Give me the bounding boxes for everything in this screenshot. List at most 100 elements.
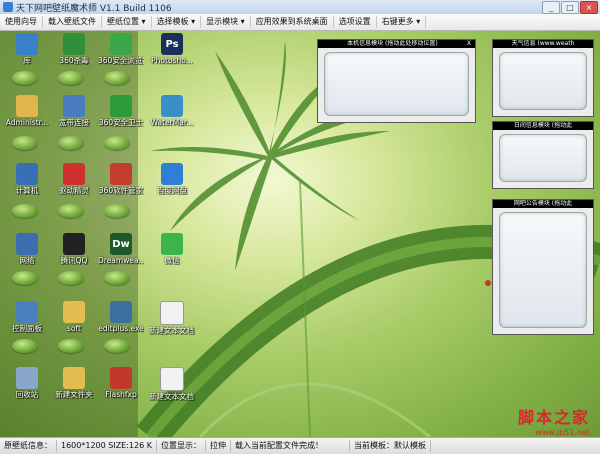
weather-content <box>499 52 587 110</box>
menu-load-wallpaper[interactable]: 载入壁纸文件 <box>43 16 102 28</box>
minimize-button[interactable]: _ <box>542 1 560 14</box>
desktop-icon[interactable]: 控制面板 <box>4 301 50 333</box>
desktop-icon[interactable]: 新建文本文档 (3).txt <box>149 367 195 401</box>
bubble-decoration <box>12 71 38 85</box>
desktop-icon-label: 网络 <box>19 256 35 265</box>
desktop-icon[interactable]: 库 <box>4 33 50 65</box>
text-file-icon <box>160 367 184 391</box>
maximize-button[interactable]: □ <box>561 1 579 14</box>
window-controls: _ □ × <box>542 1 598 14</box>
bubble-decoration <box>58 204 84 218</box>
text-file-icon <box>160 301 184 325</box>
app-icon <box>3 2 13 12</box>
desktop-icon[interactable]: 网络 <box>4 233 50 265</box>
desktop-icon[interactable]: Flashfxp <box>98 367 144 399</box>
driver-icon <box>63 163 85 185</box>
weather-panel[interactable]: 天气信息 (www.weath <box>492 39 594 117</box>
status-position-label: 位置显示： <box>157 440 206 452</box>
desktop-icon[interactable]: 腾讯QQ <box>51 233 97 265</box>
status-template: 当前模板：默认模板 <box>350 440 431 452</box>
desktop-icon-label: soft <box>67 324 81 333</box>
cloud-icon <box>161 163 183 185</box>
weather-panel-title[interactable]: 天气信息 (www.weath <box>493 40 593 48</box>
menu-bar: 使用向导 载入壁纸文件 壁纸位置 ▾ 选择模板 ▾ 显示模块 ▾ 应用效果到系统… <box>0 14 600 31</box>
desktop-icon[interactable]: 驱动精灵 <box>51 163 97 195</box>
watermark-url: www.jb51.net <box>535 428 590 437</box>
desktop-icon[interactable]: 新建文件夹 <box>51 367 97 399</box>
desktop-icon-label: 360安全浏览器 <box>98 56 144 65</box>
menu-wizard[interactable]: 使用向导 <box>0 16 43 28</box>
cafe-notice-panel-title[interactable]: 网吧公告模块 (拖动此 <box>493 200 593 208</box>
desktop-icon[interactable]: editplus.exe <box>98 301 144 333</box>
desktop-icon[interactable]: 百度网盘 <box>149 163 195 195</box>
status-load-message: 载入当前配置文件完成！ <box>231 440 350 452</box>
local-info-panel[interactable]: 本机信息模块 (拖动此处移动位置) X <box>317 39 476 123</box>
editplus-icon <box>110 301 132 323</box>
desktop-icon[interactable]: 宽带连接 <box>51 95 97 127</box>
desktop-icon-label: Photosho... <box>151 56 193 65</box>
desktop-icon-label: 微信 <box>164 256 180 265</box>
desktop-icon[interactable]: 微信 <box>149 233 195 265</box>
folder-icon <box>63 367 85 389</box>
desktop-icon[interactable]: 360杀毒 <box>51 33 97 65</box>
daily-quote-panel[interactable]: 日间信息模块 (拖动此 <box>492 121 594 189</box>
cafe-notice-panel[interactable]: 网吧公告模块 (拖动此 <box>492 199 594 335</box>
qq-icon <box>63 233 85 255</box>
desktop-icon[interactable]: Dw Dreamwea... <box>98 233 144 265</box>
dreamweaver-icon: Dw <box>110 233 132 255</box>
menu-wallpaper-position[interactable]: 壁纸位置 ▾ <box>102 16 152 28</box>
menu-more[interactable]: 右键更多 ▾ <box>377 16 427 28</box>
window-title: 天下网吧壁纸魔术师 V1.1 Build 1106 <box>16 3 172 14</box>
close-button[interactable]: × <box>580 1 598 14</box>
desktop-icon-label: 新建文件夹 <box>55 390 93 399</box>
software-manager-icon <box>110 163 132 185</box>
desktop-icon[interactable]: 回收站 <box>4 367 50 399</box>
watermark-text: 脚本之家 <box>517 408 590 427</box>
desktop-icon[interactable]: 360安全卫士 <box>98 95 144 127</box>
site-watermark: 脚本之家 www.jb51.net <box>518 404 590 437</box>
folder-icon <box>63 301 85 323</box>
desktop-icon-label: WaterMar... <box>150 118 194 127</box>
photoshop-icon: Ps <box>161 33 183 55</box>
desktop-icon[interactable]: soft <box>51 301 97 333</box>
desktop-icon[interactable]: 计算机 <box>4 163 50 195</box>
desktop-icon-label: Flashfxp <box>105 390 137 399</box>
desktop-icon-label: 库 <box>23 56 31 65</box>
network-icon <box>63 95 85 117</box>
local-info-panel-title[interactable]: 本机信息模块 (拖动此处移动位置) X <box>318 40 475 48</box>
local-info-content <box>324 52 469 116</box>
menu-apply-desktop[interactable]: 应用效果到系统桌面 <box>251 16 334 28</box>
title-bar[interactable]: 天下网吧壁纸魔术师 V1.1 Build 1106 _ □ × <box>0 0 600 14</box>
bubble-decoration <box>12 339 38 353</box>
desktop-icon-label: 360软件管家 <box>98 186 144 195</box>
desktop-icon[interactable]: WaterMar... <box>149 95 195 127</box>
control-panel-icon <box>16 301 38 323</box>
bubble-decoration <box>12 204 38 218</box>
desktop-icon-label: 360安全卫士 <box>98 118 144 127</box>
desktop-icon-label: 驱动精灵 <box>59 186 89 195</box>
daily-quote-panel-title[interactable]: 日间信息模块 (拖动此 <box>493 122 593 130</box>
desktop-icon[interactable]: 新建文本文档 (2).txt <box>149 301 195 335</box>
daily-quote-content <box>499 134 587 182</box>
desktop-icon-label: 腾讯QQ <box>60 256 88 265</box>
desktop-icon[interactable]: 360软件管家 <box>98 163 144 195</box>
desktop-icon-label: 百度网盘 <box>157 186 187 195</box>
desktop-icon[interactable]: Administr... <box>4 95 50 127</box>
desktop-icon[interactable]: Ps Photosho... <box>149 33 195 65</box>
bubble-decoration <box>104 339 130 353</box>
desktop-icon-label: editplus.exe <box>98 324 144 333</box>
status-wallpaper-info-value: 1600*1200 SIZE:126 K <box>57 440 157 452</box>
bubble-decoration <box>58 271 84 285</box>
bubble-decoration <box>104 204 130 218</box>
menu-options[interactable]: 选项设置 <box>334 16 377 28</box>
status-bar: 原壁纸信息： 1600*1200 SIZE:126 K 位置显示： 拉伸 载入当… <box>0 437 600 454</box>
desktop-icon-label: 宽带连接 <box>59 118 89 127</box>
wallpaper-preview[interactable]: 库 360杀毒 360安全浏览器 PsPhotosho... Administr... 宽… <box>0 31 600 437</box>
local-info-close-icon[interactable]: X <box>467 40 471 48</box>
menu-display-module[interactable]: 显示模块 ▾ <box>201 16 251 28</box>
status-position-value: 拉伸 <box>206 440 231 452</box>
menu-select-template[interactable]: 选择模板 ▾ <box>152 16 202 28</box>
desktop-icon[interactable]: 360安全浏览器 <box>98 33 144 65</box>
bubble-decoration <box>104 71 130 85</box>
bubble-decoration <box>12 136 38 150</box>
